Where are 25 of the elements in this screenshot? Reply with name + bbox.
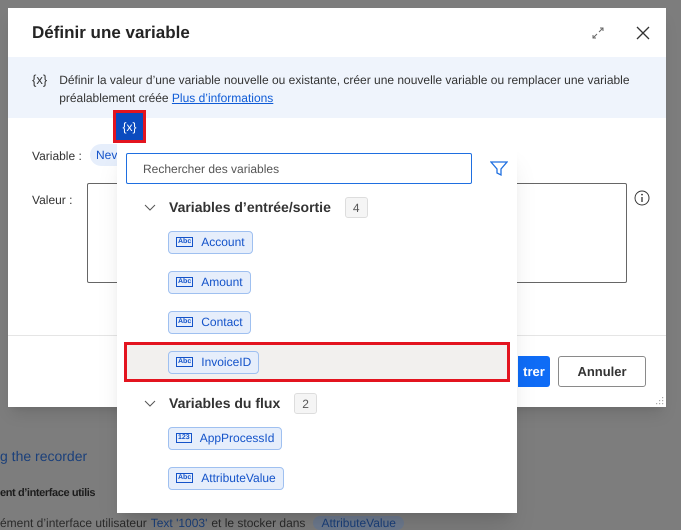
group-title[interactable]: Variables d’entrée/sortie [169, 196, 331, 218]
primary-button[interactable]: trer [518, 356, 550, 387]
count-badge: 2 [294, 392, 317, 414]
variable-chip[interactable]: Nev [90, 144, 118, 166]
action-description: et le stocker dans [211, 516, 306, 530]
action-description: ément d’interface utilisateur [0, 516, 147, 530]
info-link[interactable]: Plus d’informations [172, 91, 274, 105]
filter-icon[interactable] [490, 160, 508, 178]
resize-grip-icon[interactable] [654, 395, 664, 405]
info-text: Définir la valeur d’une variable nouvelle ou existante, créer une nouvelle variable ou remplacer une variable préalablement créée Plus d’informations [59, 72, 631, 107]
field-label: Valeur : [32, 192, 72, 209]
variable-icon: {x} [32, 71, 48, 118]
action-value: Text '1003' [150, 516, 208, 530]
search-field[interactable]: Rechercher des variables [126, 153, 472, 184]
group-title[interactable]: Variables du flux [169, 392, 280, 414]
variable-chip: AttributeValue [313, 516, 404, 530]
field-label: Variable : [32, 148, 82, 165]
dialog-title: Définir une variable [32, 22, 191, 44]
cancel-button[interactable]: Annuler [558, 356, 646, 387]
variable-picker-button[interactable]: {x} [113, 110, 146, 143]
info-icon[interactable] [634, 190, 650, 206]
count-badge: 4 [344, 196, 368, 218]
close-icon[interactable] [636, 26, 650, 40]
expand-icon[interactable] [592, 26, 604, 38]
action-title: ent d’interface utilis [0, 486, 96, 501]
